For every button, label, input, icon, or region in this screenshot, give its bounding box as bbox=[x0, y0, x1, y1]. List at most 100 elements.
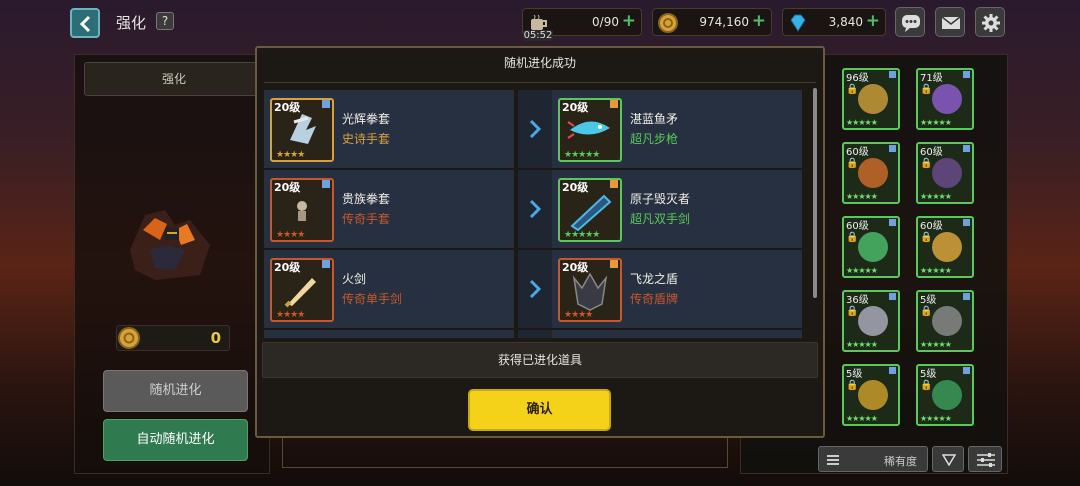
item-stars: ★★★★★ bbox=[920, 118, 952, 127]
lock-icon: 🔒 bbox=[920, 158, 933, 169]
filter-button[interactable] bbox=[932, 446, 964, 472]
item-thumbnail: 20级 ★★★★ bbox=[270, 178, 334, 242]
item-thumbnail: 20级 ★★★★ bbox=[270, 258, 334, 322]
sort-settings-button[interactable] bbox=[968, 446, 1002, 472]
item-name: 火剑 bbox=[342, 272, 367, 286]
gem-counter: 3,840 + bbox=[782, 8, 886, 36]
random-evolve-button[interactable]: 随机进化 bbox=[103, 370, 248, 412]
dialog-title: 随机进化成功 bbox=[503, 56, 576, 70]
evolve-result-row bbox=[264, 330, 806, 338]
divider bbox=[264, 82, 816, 83]
mail-button[interactable] bbox=[935, 7, 965, 37]
chat-button[interactable] bbox=[895, 7, 925, 37]
item-type: 传奇单手剑 bbox=[342, 292, 403, 306]
inventory-item[interactable]: 96级 🔒 ★★★★★ bbox=[842, 68, 900, 130]
item-thumbnail: 20级 ★★★★ bbox=[558, 258, 622, 322]
item-badge-icon bbox=[963, 71, 970, 78]
gold-value: 974,160 bbox=[699, 15, 749, 29]
item-level: 96级 bbox=[846, 73, 869, 84]
evolve-result-row: 20级 ★★★★ 光辉拳套 史诗手套 20级 ★★★★★ 湛蓝鱼矛 超凡步枪 bbox=[264, 90, 806, 168]
item-stars: ★★★★★ bbox=[846, 118, 878, 127]
obtained-items-label: 获得已进化道具 bbox=[262, 342, 818, 378]
result-item-card[interactable]: 20级 ★★★★★ 湛蓝鱼矛 超凡步枪 bbox=[552, 90, 802, 168]
triangle-down-icon bbox=[942, 454, 956, 466]
item-type: 传奇手套 bbox=[342, 212, 391, 226]
inventory-item[interactable]: 5级 🔒 ★★★★★ bbox=[842, 364, 900, 426]
enhance-slot-frame bbox=[282, 438, 728, 468]
inventory-item[interactable]: 60级 🔒 ★★★★★ bbox=[916, 216, 974, 278]
add-gold-button[interactable]: + bbox=[752, 11, 766, 31]
settings-button[interactable] bbox=[975, 7, 1005, 37]
item-art-icon bbox=[932, 84, 962, 114]
source-item-card[interactable] bbox=[264, 330, 514, 338]
rarity-sort-label: 稀有度 bbox=[884, 455, 917, 468]
item-name: 湛蓝鱼矛 bbox=[630, 112, 679, 126]
item-art-icon bbox=[932, 380, 962, 410]
item-stars: ★★★★ bbox=[276, 150, 305, 160]
rarity-sort-button[interactable]: 稀有度 bbox=[818, 446, 928, 472]
item-name: 贵族拳套 bbox=[342, 192, 391, 206]
item-art-icon bbox=[858, 306, 888, 336]
item-stars: ★★★★★ bbox=[846, 192, 878, 201]
result-item-card[interactable]: 20级 ★★★★ 飞龙之盾 传奇盾牌 bbox=[552, 250, 802, 328]
item-level: 36级 bbox=[846, 295, 869, 306]
mail-icon bbox=[941, 16, 961, 29]
inventory-item[interactable]: 5级 🔒 ★★★★★ bbox=[916, 364, 974, 426]
source-item-card[interactable]: 20级 ★★★★ 贵族拳套传奇手套 bbox=[264, 170, 514, 248]
item-stars: ★★★★ bbox=[276, 310, 305, 320]
item-stars: ★★★★★ bbox=[846, 340, 878, 349]
item-badge-icon bbox=[963, 219, 970, 226]
lock-icon: 🔒 bbox=[846, 380, 859, 391]
item-art-icon bbox=[932, 306, 962, 336]
item-stars: ★★★★★ bbox=[920, 414, 952, 423]
diamond-icon bbox=[790, 14, 806, 32]
item-stars: ★★★★★ bbox=[920, 192, 952, 201]
item-stars: ★★★★★ bbox=[846, 414, 878, 423]
gold-counter: 974,160 + bbox=[652, 8, 772, 36]
evolve-result-row: 20级 ★★★★ 火剑 传奇单手剑 20级 ★★★★ 飞龙之盾 传奇盾牌 bbox=[264, 250, 806, 328]
inventory-item[interactable]: 60级 🔒 ★★★★★ bbox=[842, 142, 900, 204]
lock-icon: 🔒 bbox=[846, 306, 859, 317]
menu-lines-icon bbox=[827, 455, 839, 465]
gem-value: 3,840 bbox=[828, 15, 863, 29]
item-level: 60级 bbox=[846, 147, 869, 158]
auto-random-evolve-button[interactable]: 自动随机进化 bbox=[103, 419, 248, 461]
character-sprite bbox=[130, 210, 210, 280]
chevron-right-icon bbox=[529, 199, 542, 219]
help-button[interactable]: ? bbox=[156, 12, 174, 30]
gold-coin-icon bbox=[118, 327, 140, 349]
item-stars: ★★★★★ bbox=[564, 150, 600, 160]
evolve-result-list[interactable]: 20级 ★★★★ 光辉拳套 史诗手套 20级 ★★★★★ 湛蓝鱼矛 超凡步枪 20级 ★★★★ 贵族… bbox=[264, 88, 816, 338]
item-badge-icon bbox=[963, 367, 970, 374]
add-gems-button[interactable]: + bbox=[866, 11, 880, 31]
result-item-card[interactable]: 20级 ★★★★★ 原子毁灭者 超凡双手剑 bbox=[552, 170, 802, 248]
item-thumbnail: 20级 ★★★★★ bbox=[558, 98, 622, 162]
gold-coin-icon bbox=[658, 13, 678, 33]
inventory-item[interactable]: 60级 🔒 ★★★★★ bbox=[842, 216, 900, 278]
inventory-item[interactable]: 71级 🔒 ★★★★★ bbox=[916, 68, 974, 130]
list-scrollbar[interactable] bbox=[813, 88, 817, 298]
result-item-card[interactable] bbox=[552, 330, 802, 338]
item-badge-icon bbox=[889, 145, 896, 152]
evolve-arrow bbox=[518, 330, 552, 338]
item-level: 60级 bbox=[920, 147, 943, 158]
inventory-item[interactable]: 36级 🔒 ★★★★★ bbox=[842, 290, 900, 352]
source-item-card[interactable]: 20级 ★★★★ 光辉拳套 史诗手套 bbox=[264, 90, 514, 168]
item-stars: ★★★★★ bbox=[846, 266, 878, 275]
tab-enhance[interactable]: 强化 bbox=[84, 62, 264, 96]
item-level: 5级 bbox=[846, 369, 863, 380]
evolve-cost: 0 bbox=[116, 325, 230, 351]
item-badge-icon bbox=[963, 145, 970, 152]
item-name: 飞龙之盾 bbox=[630, 272, 679, 286]
item-badge-icon bbox=[889, 293, 896, 300]
inventory-item[interactable]: 60级 🔒 ★★★★★ bbox=[916, 142, 974, 204]
add-stamina-button[interactable]: + bbox=[622, 11, 636, 31]
item-stars: ★★★★ bbox=[564, 310, 593, 320]
inventory-item[interactable]: 5级 🔒 ★★★★★ bbox=[916, 290, 974, 352]
source-item-card[interactable]: 20级 ★★★★ 火剑传奇单手剑 bbox=[264, 250, 514, 328]
confirm-button[interactable]: 确认 bbox=[468, 389, 611, 431]
lock-icon: 🔒 bbox=[846, 158, 859, 169]
lock-icon: 🔒 bbox=[920, 84, 933, 95]
back-button[interactable] bbox=[70, 8, 100, 38]
item-art-icon bbox=[932, 232, 962, 262]
